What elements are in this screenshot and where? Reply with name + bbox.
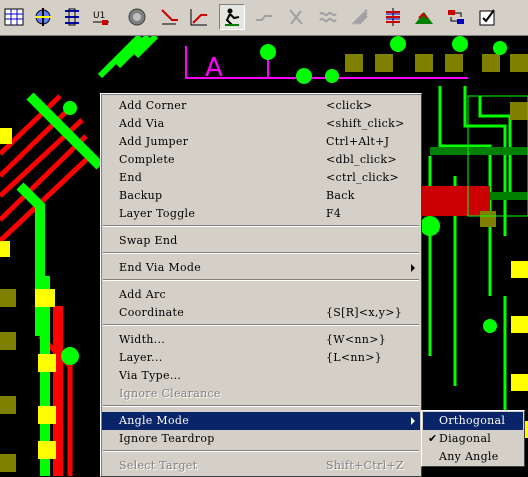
mirror-icon[interactable]: [30, 4, 56, 30]
angle-route-icon[interactable]: [186, 4, 212, 30]
menu-separator: [103, 324, 419, 326]
menu-item-ignore-clearance: Ignore Clearance: [119, 387, 221, 400]
menu-item-width[interactable]: Width... {W<nn>}: [102, 331, 420, 349]
menu-item-angle-mode[interactable]: Angle Mode: [102, 412, 420, 430]
check-icon[interactable]: [475, 4, 501, 30]
menu-separator: [103, 252, 419, 254]
part-ref-icon[interactable]: U1: [88, 4, 114, 30]
angle-mode-submenu: Orthogonal ✔ Diagonal Any Angle: [421, 410, 525, 467]
menu-item-add-via[interactable]: Add Via <shift_click>: [102, 115, 420, 133]
layer-stack-icon[interactable]: [380, 4, 406, 30]
submenu-arrow-icon: [411, 417, 415, 425]
menu-item-backup[interactable]: Backup Back: [102, 187, 420, 205]
menu-item-complete[interactable]: Complete <dbl_click>: [102, 151, 420, 169]
ref-label: U1: [93, 11, 105, 21]
route-context-menu: Add Corner <click> Add Via <shift_click> A…: [100, 93, 422, 477]
toolbar: U1: [0, 0, 528, 36]
menu-item-layer[interactable]: Layer... {L<nn>}: [102, 349, 420, 367]
menu-item-add-corner[interactable]: Add Corner <click>: [102, 97, 420, 115]
menu-separator: [103, 279, 419, 281]
menu-item-add-jumper[interactable]: Add Jumper Ctrl+Alt+J: [102, 133, 420, 151]
menu-item-layer-toggle[interactable]: Layer Toggle F4: [102, 205, 420, 223]
menu-separator: [103, 405, 419, 407]
menu-item-add-arc[interactable]: Add Arc: [102, 286, 420, 304]
shape-icon[interactable]: [251, 4, 277, 30]
copper-icon[interactable]: [411, 4, 437, 30]
submenu-arrow-icon: [411, 264, 415, 272]
menu-item-ignore-teardrop[interactable]: Ignore Teardrop: [102, 430, 420, 448]
route-icon[interactable]: [156, 4, 182, 30]
wave-icon[interactable]: [315, 4, 341, 30]
interactive-route-icon[interactable]: [219, 4, 245, 30]
shield-icon[interactable]: [283, 4, 309, 30]
menu-item-via-type[interactable]: Via Type...: [102, 367, 420, 385]
menu-item-swap-end[interactable]: Swap End: [102, 232, 420, 250]
component-label: A: [205, 53, 223, 83]
menu-item-end-via-mode[interactable]: End Via Mode: [102, 259, 420, 277]
checkmark-icon: ✔: [428, 432, 438, 445]
menu-item-coordinate[interactable]: Coordinate {S[R]<x,y>}: [102, 304, 420, 322]
menu-item-end[interactable]: End <ctrl_click>: [102, 169, 420, 187]
submenu-item-any-angle[interactable]: Any Angle: [423, 448, 523, 466]
grid-icon[interactable]: [1, 4, 27, 30]
swap-icon[interactable]: [443, 4, 469, 30]
via-icon[interactable]: [124, 4, 150, 30]
menu-item-select-target: Select Target Shift+Ctrl+Z: [119, 459, 404, 472]
submenu-item-orthogonal[interactable]: Orthogonal: [423, 412, 523, 430]
tune-icon[interactable]: [347, 4, 373, 30]
bus-icon[interactable]: [59, 4, 85, 30]
menu-separator: [103, 225, 419, 227]
submenu-item-diagonal[interactable]: ✔ Diagonal: [423, 430, 523, 448]
menu-separator: [103, 450, 419, 452]
